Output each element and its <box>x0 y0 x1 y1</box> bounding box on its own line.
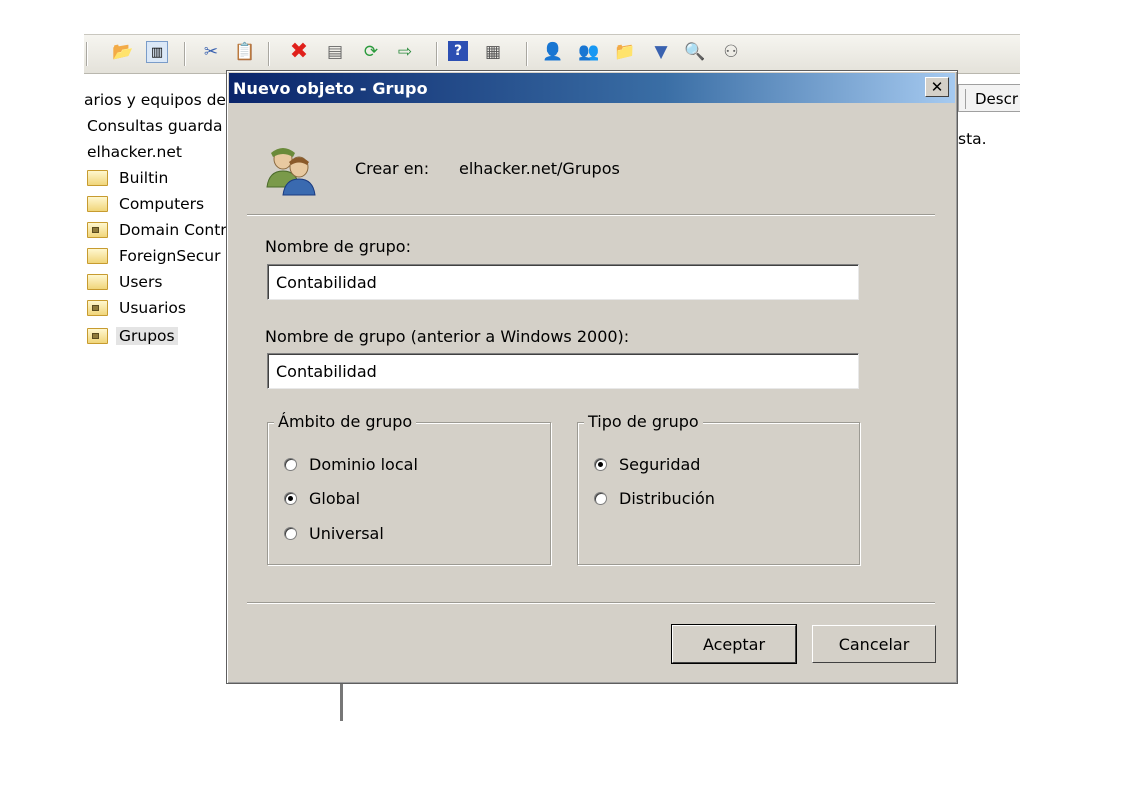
close-button[interactable]: ✕ <box>925 77 949 97</box>
separator <box>247 602 935 604</box>
radio-button[interactable] <box>284 492 297 505</box>
console-tree: arios y equipos de Consultas guarda elha… <box>84 84 234 364</box>
radio-button[interactable] <box>284 527 297 540</box>
create-in-label: Crear en: <box>355 159 430 178</box>
scope-universal-radio[interactable]: Universal <box>284 524 384 543</box>
cut-icon[interactable]: ✂ <box>200 41 222 63</box>
type-security-radio[interactable]: Seguridad <box>594 455 700 474</box>
up-folder-icon[interactable]: 📂 <box>112 41 134 63</box>
tree-item-label: ForeignSecur <box>119 247 221 265</box>
tree-item-builtin[interactable]: Builtin <box>87 166 168 190</box>
delete-icon[interactable]: ✖ <box>288 41 310 63</box>
help-icon[interactable]: ? <box>448 41 468 61</box>
folder-icon <box>87 196 108 212</box>
group-name-input[interactable] <box>267 264 859 300</box>
group-name-label: Nombre de grupo: <box>265 237 411 256</box>
folder-icon <box>87 248 108 264</box>
radio-label: Universal <box>309 524 384 543</box>
tree-item-label: Domain Contr <box>119 221 227 239</box>
properties-icon[interactable]: ▤ <box>324 41 346 63</box>
scope-domain-local-radio[interactable]: Dominio local <box>284 455 418 474</box>
radio-label: Seguridad <box>619 455 701 474</box>
tree-item-saved-queries[interactable]: Consultas guarda <box>87 114 223 138</box>
tree-item-label: arios y equipos de <box>84 91 226 109</box>
tree-item-label: elhacker.net <box>87 143 182 161</box>
radio-label: Global <box>309 489 361 508</box>
create-in-path: elhacker.net/Grupos <box>459 159 620 178</box>
export-list-icon[interactable]: ⇨ <box>394 41 416 63</box>
ou-folder-icon <box>87 300 108 316</box>
tree-item-usuarios[interactable]: Usuarios <box>87 296 186 320</box>
group-type-box: Tipo de grupo Seguridad Distribución <box>577 412 860 565</box>
group-type-legend: Tipo de grupo <box>584 412 703 431</box>
close-icon: ✕ <box>930 77 944 96</box>
tree-item-foreign-security[interactable]: ForeignSecur <box>87 244 220 268</box>
ok-button[interactable]: Aceptar <box>671 624 797 664</box>
group-name-pre2000-label: Nombre de grupo (anterior a Windows 2000… <box>265 327 630 346</box>
toolbar: 📂 ▥ ✂ 📋 ✖ ▤ ⟳ ⇨ ? ▦ 👤 👥 📁 ▼ 🔍 ⚇ <box>84 34 1020 74</box>
radio-label: Distribución <box>619 489 715 508</box>
tree-item-users[interactable]: Users <box>87 270 162 294</box>
show-hide-tree-icon[interactable]: ▥ <box>146 41 168 63</box>
group-icon <box>266 148 316 196</box>
ou-folder-icon <box>87 222 108 238</box>
group-scope-box: Ámbito de grupo Dominio local Global Uni… <box>267 412 551 565</box>
filter-icon[interactable]: ▼ <box>650 41 672 63</box>
copy-icon[interactable]: 📋 <box>234 41 256 63</box>
tree-item-label: Grupos <box>116 327 178 345</box>
radio-button[interactable] <box>284 458 297 471</box>
folder-icon <box>87 170 108 186</box>
refresh-icon[interactable]: ⟳ <box>360 41 382 63</box>
tree-item-root[interactable]: arios y equipos de <box>84 88 226 112</box>
find-icon[interactable]: 🔍 <box>684 41 706 63</box>
pane-splitter[interactable] <box>340 683 343 721</box>
dialog-title: Nuevo objeto - Grupo <box>233 78 428 98</box>
radio-button[interactable] <box>594 458 607 471</box>
dialog-titlebar[interactable]: Nuevo objeto - Grupo ✕ <box>229 73 955 103</box>
tree-item-label: Builtin <box>119 169 169 187</box>
scope-global-radio[interactable]: Global <box>284 489 360 508</box>
tree-item-computers[interactable]: Computers <box>87 192 204 216</box>
ou-folder-icon <box>87 328 108 344</box>
type-distribution-radio[interactable]: Distribución <box>594 489 715 508</box>
radio-label: Dominio local <box>309 455 418 474</box>
separator <box>247 214 935 216</box>
tree-item-domain[interactable]: elhacker.net <box>87 140 182 164</box>
details-pane-message: sta. <box>958 130 987 148</box>
tree-item-label: Usuarios <box>119 299 186 317</box>
tree-item-label: Users <box>119 273 163 291</box>
new-group-icon[interactable]: 👥 <box>578 41 600 63</box>
console-icon[interactable]: ▦ <box>482 41 504 63</box>
tree-item-domain-controllers[interactable]: Domain Contr <box>87 218 227 242</box>
new-ou-icon[interactable]: 📁 <box>614 41 636 63</box>
tree-item-label: Computers <box>119 195 205 213</box>
add-to-group-icon[interactable]: ⚇ <box>720 41 742 63</box>
column-header-description[interactable]: Descr <box>958 84 1020 112</box>
radio-button[interactable] <box>594 492 607 505</box>
tree-item-label: Consultas guarda <box>87 117 223 135</box>
cancel-button[interactable]: Cancelar <box>812 625 936 663</box>
tree-item-grupos[interactable]: Grupos <box>87 324 178 348</box>
group-scope-legend: Ámbito de grupo <box>274 412 417 431</box>
new-group-dialog: Nuevo objeto - Grupo ✕ Crear en: elhacke… <box>226 70 958 684</box>
new-user-icon[interactable]: 👤 <box>542 41 564 63</box>
group-name-pre2000-input[interactable] <box>267 353 859 389</box>
column-header-label: Descr <box>975 90 1019 108</box>
folder-icon <box>87 274 108 290</box>
